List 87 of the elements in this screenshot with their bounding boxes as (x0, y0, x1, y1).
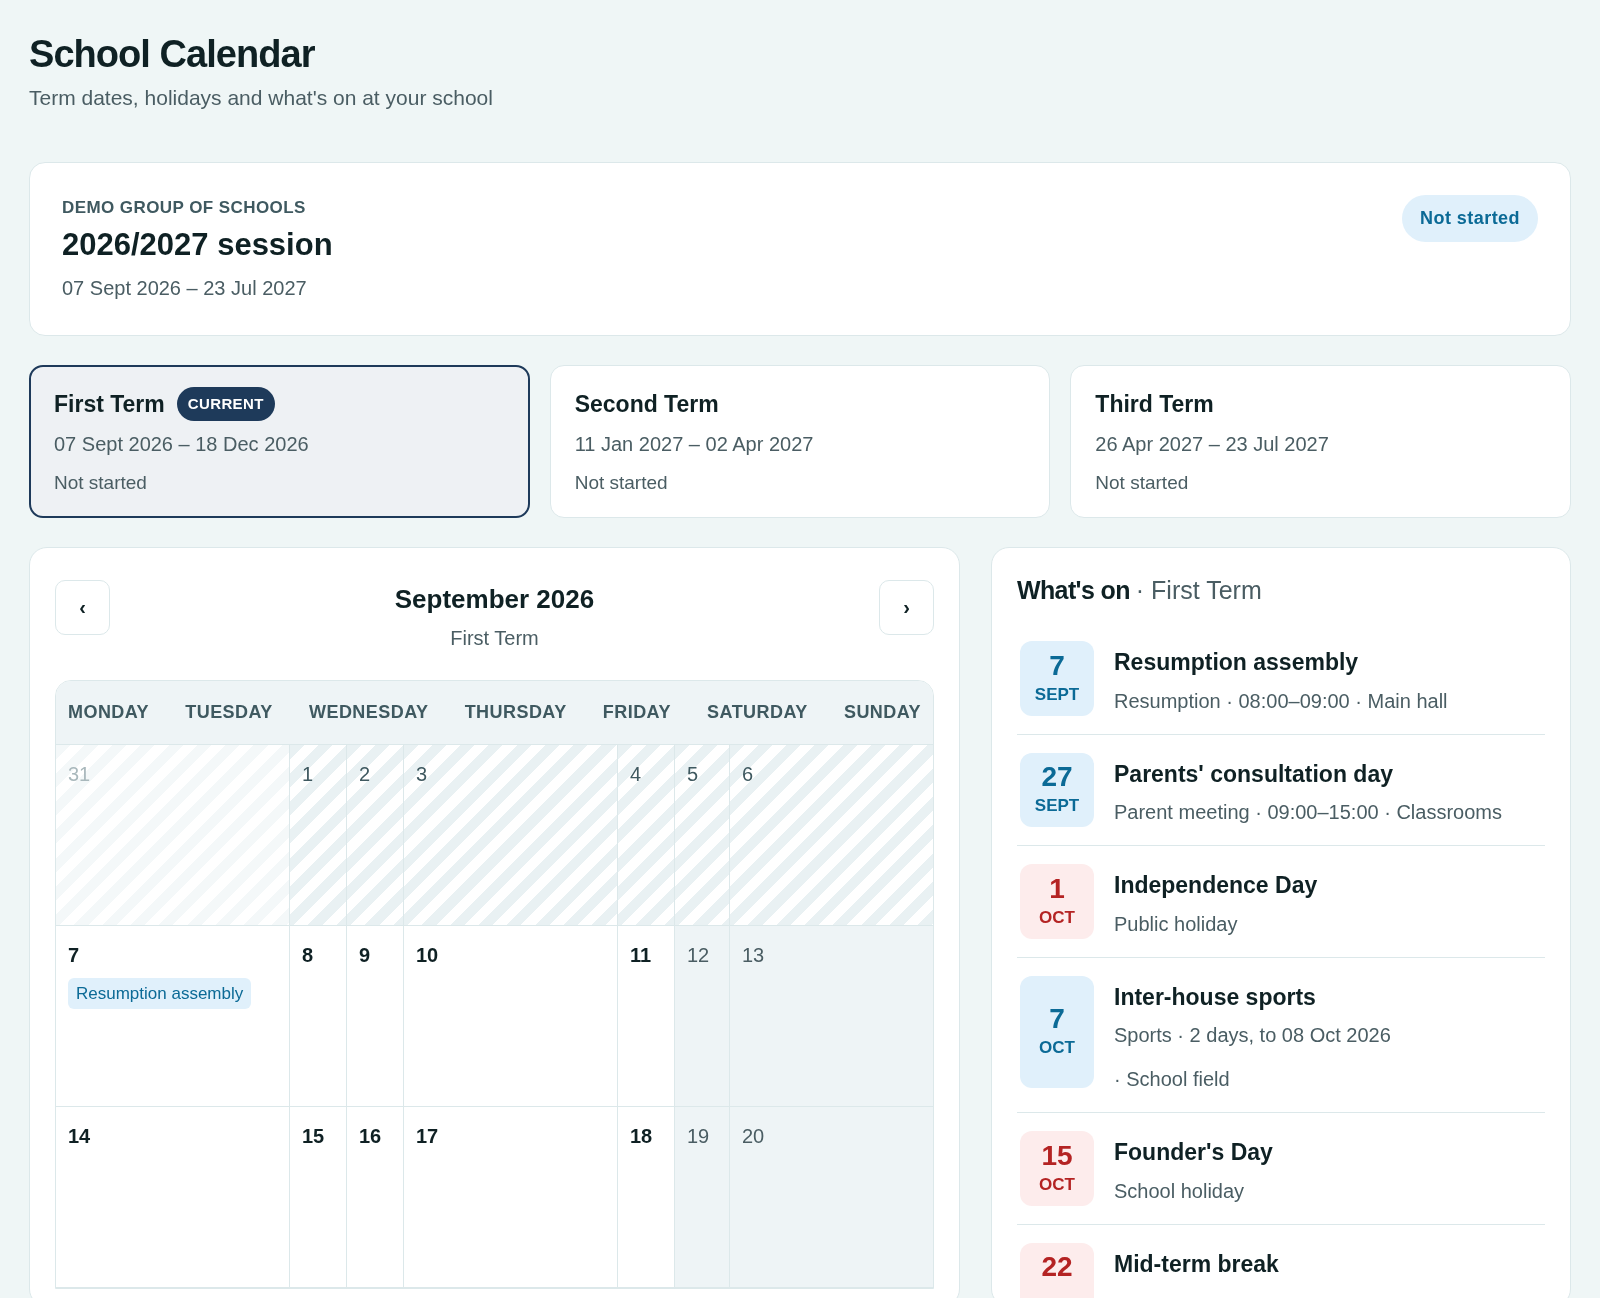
event-details: Resumption · 08:00–09:00 · Main hall (1114, 688, 1448, 714)
day-cell[interactable]: 3 (404, 744, 618, 925)
day-cell[interactable]: 1 (290, 744, 347, 925)
date-day: 7 (1049, 1002, 1065, 1035)
day-number: 6 (742, 761, 754, 787)
day-number: 8 (302, 942, 314, 968)
event-title: Independence Day (1114, 871, 1318, 900)
event-title: Mid-term break (1114, 1249, 1279, 1279)
term-status: Not started (574, 471, 669, 495)
day-number: 10 (416, 942, 439, 968)
day-cell[interactable]: 4 (618, 744, 675, 925)
weekday-header: WEDNESDAY (309, 700, 429, 724)
event-details: · School field (1114, 1067, 1231, 1092)
term-status: Not started (54, 471, 148, 495)
event-title: Parents' consultation day (1114, 759, 1394, 789)
event-title: Founder's Day (1114, 1138, 1273, 1167)
term-dates: 07 Sept 2026 – 18 Dec 2026 (54, 432, 310, 457)
date-day: 15 (1041, 1139, 1073, 1172)
current-badge: CURRENT (176, 386, 275, 421)
event-chip[interactable]: Resumption assembly (68, 977, 252, 1009)
day-cell[interactable]: 2 (347, 744, 404, 925)
day-number: 20 (742, 1123, 765, 1149)
weekday-header: SUNDAY (843, 700, 921, 724)
day-cell[interactable]: 19 (675, 1106, 730, 1287)
date-month: OCT (1039, 1036, 1075, 1059)
page-subtitle: Term dates, holidays and what's on at your school (29, 85, 494, 111)
day-number: 7 (68, 942, 80, 968)
page-title: School Calendar (29, 32, 316, 77)
day-cell[interactable]: 20 (730, 1106, 933, 1287)
term-card[interactable]: Third Term 26 Apr 2027 – 23 Jul 2027 Not started (1070, 364, 1571, 518)
day-number: 19 (687, 1123, 710, 1149)
date-day: 22 (1041, 1250, 1073, 1283)
month-title: September 2026 (394, 582, 595, 616)
session-dates: 07 Sept 2026 – 23 Jul 2027 (62, 275, 308, 301)
date-month: SEPT (1034, 795, 1080, 817)
date-month: OCT (1039, 906, 1075, 929)
day-number: 5 (687, 761, 699, 787)
term-card[interactable]: Second Term 11 Jan 2027 – 02 Apr 2027 Not started (549, 364, 1051, 518)
day-cell[interactable]: 12 (675, 925, 730, 1106)
date-month: SEPT (1034, 683, 1080, 706)
event-details: Sports · 2 days, to 08 Oct 2026 (1114, 1023, 1391, 1048)
day-number: 17 (416, 1123, 439, 1149)
date-day: 27 (1041, 761, 1073, 793)
date-day: 1 (1049, 872, 1065, 905)
day-number: 3 (416, 761, 428, 787)
day-number: 1 (302, 761, 314, 787)
day-cell[interactable]: 5 (675, 744, 730, 925)
day-number: 4 (630, 761, 642, 787)
term-status: Not started (1095, 471, 1190, 495)
weekday-header: TUESDAY (185, 700, 273, 724)
day-number: 16 (359, 1123, 382, 1149)
term-dates: 11 Jan 2027 – 02 Apr 2027 (574, 432, 815, 457)
weekday-header: SATURDAY (707, 700, 808, 724)
event-details: School holiday (1114, 1178, 1246, 1204)
day-number: 18 (630, 1123, 653, 1149)
next-month-button[interactable]: › (879, 579, 934, 635)
previous-month-button[interactable]: ‹ (55, 579, 110, 635)
date-day: 7 (1049, 649, 1065, 682)
panel-term-label: · First Term (1135, 574, 1262, 606)
day-number: 9 (359, 942, 371, 968)
school-group-name: DEMO GROUP OF SCHOOLS (62, 196, 307, 219)
weekday-header: MONDAY (68, 700, 150, 724)
day-cell[interactable]: 6 (730, 744, 933, 925)
day-number: 13 (742, 942, 765, 968)
day-number: 31 (68, 761, 91, 787)
day-number: 11 (630, 942, 652, 968)
day-number: 15 (302, 1123, 325, 1149)
panel-title: What's on (1017, 574, 1130, 606)
term-name: First Term (54, 389, 165, 419)
session-title: 2026/2027 session (62, 226, 333, 264)
day-number: 2 (359, 761, 371, 787)
day-number: 14 (68, 1123, 91, 1149)
event-details: Public holiday (1114, 911, 1239, 937)
event-details: Parent meeting · 09:00–15:00 · Classrooms (1114, 800, 1502, 825)
term-name: Second Term (574, 389, 719, 419)
month-term-label: First Term (450, 625, 539, 651)
day-number: 12 (687, 942, 710, 968)
event-title: Resumption assembly (1114, 648, 1360, 677)
term-card[interactable]: First Term CURRENT 07 Sept 2026 – 18 Dec 2026 Not started (29, 364, 530, 518)
weekday-header: THURSDAY (464, 700, 567, 724)
day-cell[interactable]: 13 (730, 925, 933, 1106)
date-month: OCT (1039, 1173, 1075, 1196)
event-title: Inter-house sports (1114, 982, 1317, 1012)
term-name: Third Term (1095, 389, 1214, 419)
status-badge: Not started (1402, 194, 1538, 242)
term-dates: 26 Apr 2027 – 23 Jul 2027 (1095, 432, 1330, 457)
weekday-header: FRIDAY (602, 700, 671, 724)
